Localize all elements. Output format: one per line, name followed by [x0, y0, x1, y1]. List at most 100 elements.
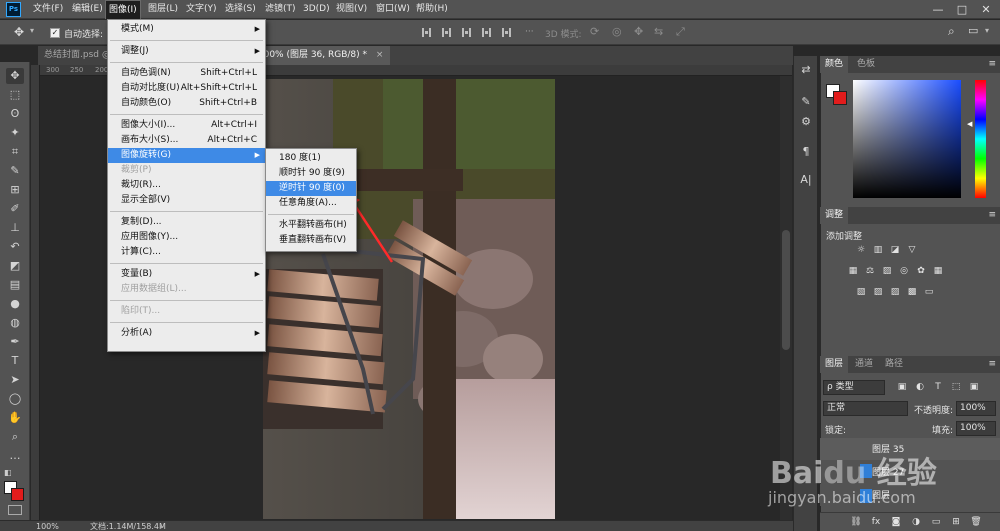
auto-select-checkbox[interactable]: ✓ [50, 28, 60, 38]
3d-roll-icon[interactable]: ◎ [612, 25, 622, 38]
properties-panel-icon[interactable]: ⚙ [797, 114, 815, 130]
3d-scale-icon[interactable]: ⤢ [676, 25, 685, 39]
align-center-icon[interactable] [442, 28, 451, 37]
menu-select[interactable]: 选择(S) [222, 0, 259, 19]
adjustment-icon[interactable]: ▭ [923, 287, 935, 298]
image-menu-item[interactable]: 图像旋转(G) ▶ [108, 148, 265, 163]
brush-tool-icon[interactable]: ✐ [6, 201, 24, 217]
adjustment-icon[interactable]: ⚖ [864, 266, 876, 277]
align-left-icon[interactable] [422, 28, 431, 37]
layers-footer-icon[interactable]: ⛓ [850, 517, 862, 528]
move-tool-icon[interactable]: ✥ [14, 25, 24, 39]
status-chevron-icon[interactable]: ▸ [160, 521, 164, 531]
image-menu-item[interactable]: 复制(D)... [108, 215, 265, 230]
ellipse-tool-icon[interactable]: ◯ [6, 391, 24, 407]
adjustment-icon[interactable]: ▦ [932, 266, 944, 277]
lasso-tool-icon[interactable]: ʘ [6, 106, 24, 122]
layers-footer-icon[interactable]: 🗑 [970, 517, 982, 528]
blur-tool-icon[interactable]: ● [6, 296, 24, 312]
adjustment-icon[interactable]: ▨ [872, 287, 884, 298]
hue-slider[interactable] [975, 80, 986, 198]
default-colors-icon[interactable]: ◧ [4, 468, 12, 477]
tab-color[interactable]: 颜色 [820, 56, 849, 73]
minimize-button[interactable]: — [926, 0, 950, 19]
search-icon[interactable]: ⌕ [948, 24, 955, 39]
adjustment-icon[interactable]: ▧ [855, 287, 867, 298]
layers-footer-icon[interactable]: ⊞ [950, 517, 962, 528]
hue-pointer-icon[interactable]: ◀ [967, 120, 972, 128]
3d-rotate-icon[interactable]: ⟳ [590, 25, 599, 38]
color-panel-menu-icon[interactable]: ≡ [988, 59, 996, 69]
type-tool-icon[interactable]: T [6, 353, 24, 369]
image-menu-item[interactable]: 自动对比度(U) Alt+Shift+Ctrl+L [108, 81, 265, 96]
layers-footer-icon[interactable]: ◙ [890, 517, 902, 528]
adjustment-icon[interactable]: ◪ [889, 245, 901, 256]
path-selection-tool-icon[interactable]: ➤ [6, 372, 24, 388]
opacity-input[interactable]: 100% [956, 401, 996, 416]
image-menu-item[interactable]: 自动颜色(O) Shift+Ctrl+B [108, 96, 265, 111]
background-color-swatch[interactable] [11, 488, 24, 501]
menu-layer[interactable]: 图层(L) [145, 0, 181, 19]
paragraph-panel-icon[interactable]: ¶ [797, 144, 815, 160]
align-right-icon[interactable] [462, 28, 471, 37]
rotate-menu-item[interactable]: 任意角度(A)... [266, 196, 356, 211]
tab-channels[interactable]: 通道 [850, 356, 878, 373]
zoom-tool-icon[interactable]: ⌕ [6, 429, 24, 445]
move-tool-icon[interactable]: ✥ [6, 68, 24, 84]
image-menu-item[interactable]: 模式(M) ▶ [108, 22, 265, 37]
menu-image[interactable]: 图像(I) [105, 0, 141, 19]
workspace-icon[interactable]: ▭ [968, 24, 978, 37]
image-menu-item[interactable]: 裁切(R)... [108, 178, 265, 193]
scrollbar-thumb[interactable] [782, 230, 790, 350]
adjustment-icon[interactable]: ◎ [898, 266, 910, 277]
adjustment-icon[interactable]: ☼ [855, 245, 867, 256]
color-saturation-field[interactable] [853, 80, 961, 198]
tab-swatches[interactable]: 色板 [852, 56, 880, 73]
menu-type[interactable]: 文字(Y) [183, 0, 220, 19]
clone-stamp-tool-icon[interactable]: ⊥ [6, 220, 24, 236]
eyedropper-tool-icon[interactable]: ✎ [6, 163, 24, 179]
3d-pan-icon[interactable]: ✥ [634, 25, 643, 38]
more-options[interactable]: ··· [525, 27, 534, 37]
dodge-tool-icon[interactable]: ◍ [6, 315, 24, 331]
tab-adjustments[interactable]: 调整 [820, 207, 849, 224]
menu-edit[interactable]: 编辑(E) [69, 0, 106, 19]
adjustment-icon[interactable]: ✿ [915, 266, 927, 277]
color-bg-swatch[interactable] [833, 91, 847, 105]
layers-footer-icon[interactable]: ▭ [930, 517, 942, 528]
adjustment-icon[interactable]: ▨ [889, 287, 901, 298]
marquee-tool-icon[interactable]: ⬚ [6, 87, 24, 103]
hand-tool-icon[interactable]: ✋ [6, 410, 24, 426]
tab-close-icon[interactable]: × [376, 50, 384, 60]
image-menu-item[interactable]: 画布大小(S)... Alt+Ctrl+C [108, 133, 265, 148]
more-tools-icon[interactable]: … [6, 448, 24, 464]
layer-filter-select[interactable]: ρ 类型 [823, 380, 885, 395]
adjustment-icon[interactable]: ▩ [906, 287, 918, 298]
image-menu-item[interactable]: 分析(A) ▶ [108, 326, 265, 341]
image-menu-item[interactable]: 应用图像(Y)... [108, 230, 265, 245]
tab-paths[interactable]: 路径 [880, 356, 908, 373]
pen-tool-icon[interactable]: ✒ [6, 334, 24, 350]
character-panel-icon[interactable]: A| [797, 172, 815, 188]
3d-slide-icon[interactable]: ⇆ [654, 25, 663, 38]
quick-mask-icon[interactable] [8, 505, 22, 515]
magic-wand-tool-icon[interactable]: ✦ [6, 125, 24, 141]
rotate-menu-item[interactable]: 180 度(1) [266, 151, 356, 166]
tab-summary-cover[interactable]: 总结封面.psd @ [38, 46, 118, 65]
image-menu-item[interactable]: 调整(J) ▶ [108, 44, 265, 59]
blend-mode-select[interactable]: 正常 [823, 401, 908, 416]
layers-footer-icon[interactable]: ◑ [910, 517, 922, 528]
adjustment-icon[interactable]: ▨ [881, 266, 893, 277]
rotate-menu-item[interactable]: 垂直翻转画布(V) [266, 233, 356, 248]
layer-filter-icon[interactable]: T [932, 382, 944, 393]
menu-filter[interactable]: 滤镜(T) [262, 0, 299, 19]
image-menu-item[interactable]: 自动色调(N) Shift+Ctrl+L [108, 66, 265, 81]
healing-brush-tool-icon[interactable]: ⊞ [6, 182, 24, 198]
crop-tool-icon[interactable]: ⌗ [6, 144, 24, 160]
history-brush-tool-icon[interactable]: ↶ [6, 239, 24, 255]
menu-help[interactable]: 帮助(H) [413, 0, 451, 19]
layer-filter-icon[interactable]: ▣ [896, 382, 908, 393]
menu-view[interactable]: 视图(V) [333, 0, 370, 19]
history-panel-icon[interactable]: ⇄ [797, 62, 815, 78]
zoom-level[interactable]: 100% [36, 521, 59, 531]
